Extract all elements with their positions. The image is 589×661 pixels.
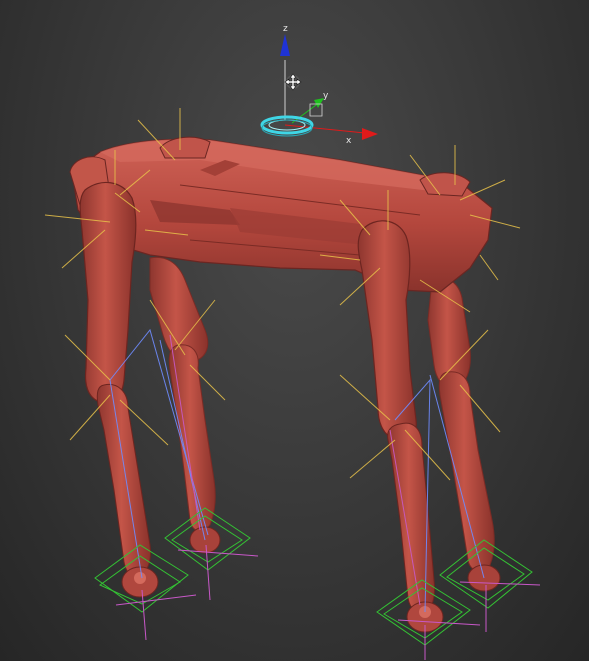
transform-gizmo[interactable]: z x y	[280, 24, 378, 146]
z-axis-arrow	[280, 34, 290, 56]
move-cursor-icon	[284, 73, 302, 91]
viewport-scene[interactable]: z x y	[0, 0, 589, 661]
y-axis-label: y	[323, 91, 329, 101]
z-axis-label: z	[283, 24, 288, 34]
3d-viewport[interactable]: z x y	[0, 0, 589, 661]
root-control-ring[interactable]	[260, 115, 314, 137]
x-axis-label: x	[346, 136, 352, 146]
xy-plane-handle	[309, 103, 323, 117]
back-right-leg[interactable]	[427, 277, 501, 592]
x-axis-arrow	[362, 128, 378, 140]
back-left-leg[interactable]	[149, 256, 221, 554]
